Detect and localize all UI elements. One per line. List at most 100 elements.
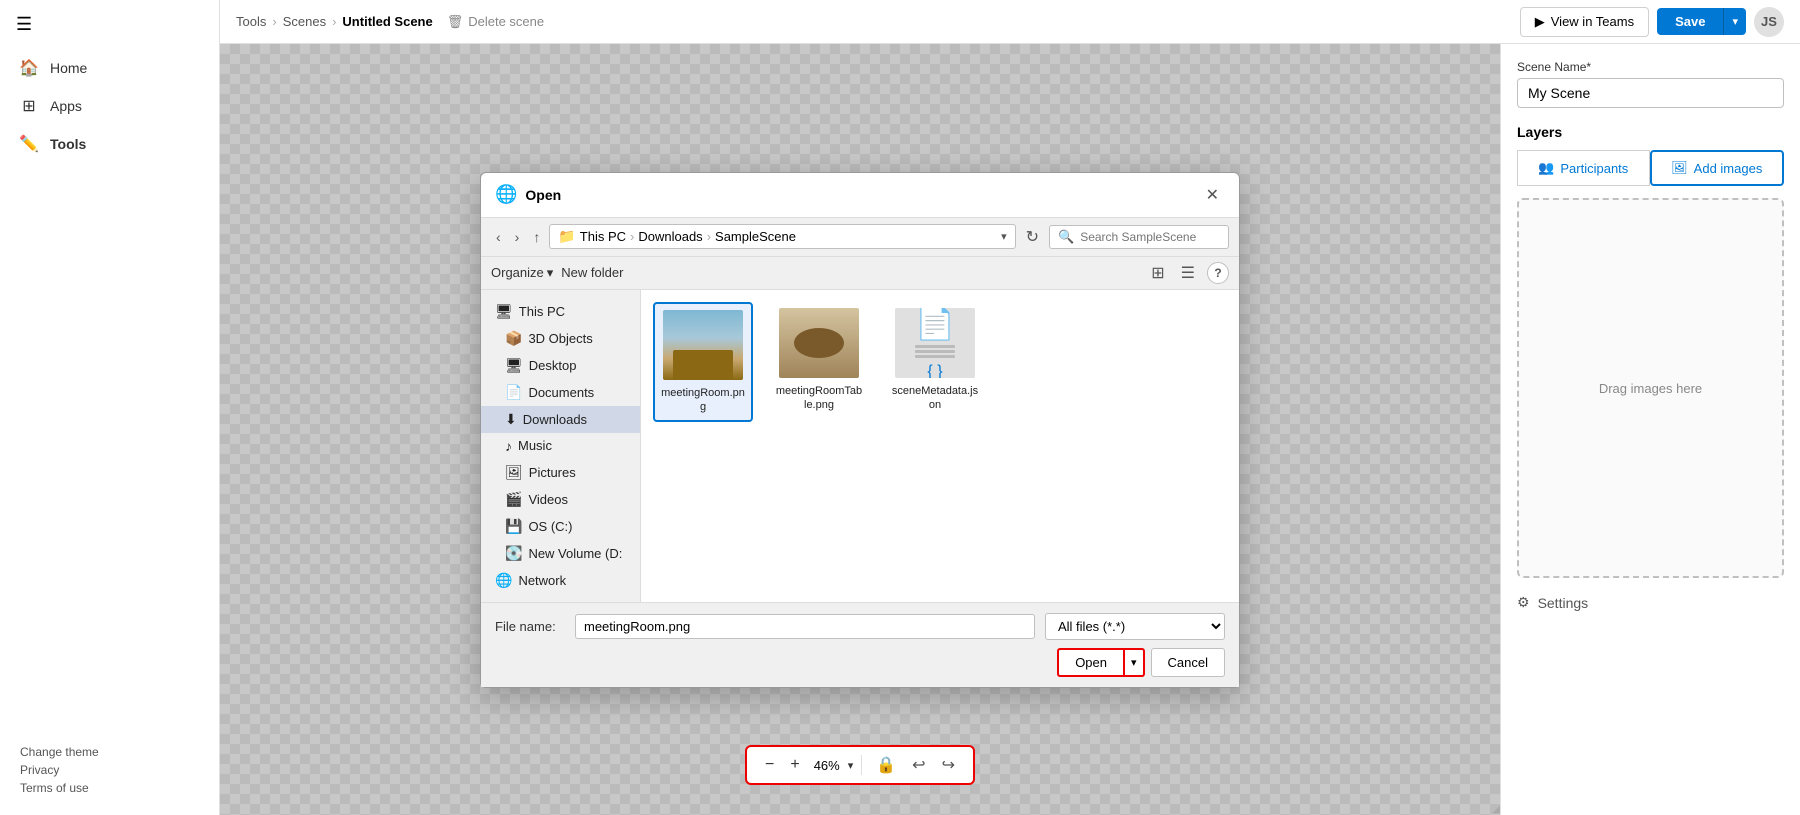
dialog-files-area: meetingRoom.png meetingRoomTable.png (641, 290, 1239, 602)
save-dropdown-button[interactable]: ▾ (1723, 8, 1746, 35)
hamburger-menu[interactable]: ☰ (0, 0, 219, 49)
help-button[interactable]: ? (1207, 262, 1229, 284)
resize-handle[interactable]: ◢ (1486, 801, 1500, 815)
scene-name-section: Scene Name* (1517, 60, 1784, 108)
play-icon: ▶ (1535, 14, 1545, 30)
breadcrumb-scenes[interactable]: Scenes (283, 14, 326, 29)
cancel-button[interactable]: Cancel (1151, 648, 1225, 677)
dialog-close-button[interactable]: ✕ (1200, 183, 1225, 207)
sidebar-item-home[interactable]: 🏠 Home (0, 49, 219, 87)
layers-tabs: 👥 Participants 🖼 Add images (1517, 150, 1784, 186)
tree-item-videos[interactable]: 🎬 Videos (481, 486, 640, 513)
settings-label: Settings (1538, 595, 1589, 611)
drag-images-label: Drag images here (1599, 381, 1702, 396)
file-item-meeting-table[interactable]: meetingRoomTable.png (769, 302, 869, 423)
dialog-footer: File name: All files (*.*) Open ▾ Can (481, 602, 1239, 687)
this-pc-icon: 🖥 (495, 303, 513, 320)
tree-item-3d-objects[interactable]: 📦 3D Objects (481, 325, 640, 352)
terms-link[interactable]: Terms of use (20, 781, 199, 795)
organize-dropdown-icon: ▾ (547, 265, 554, 281)
search-icon: 🔍 (1058, 229, 1074, 245)
avatar[interactable]: JS (1754, 7, 1784, 37)
scene-name-label: Scene Name* (1517, 60, 1784, 74)
home-icon: 🏠 (20, 59, 38, 77)
topbar-right: ▶ View in Teams Save ▾ JS (1520, 7, 1784, 37)
filetype-select[interactable]: All files (*.*) (1045, 613, 1225, 640)
tree-label: Network (518, 573, 566, 588)
breadcrumb-arrow-1: › (272, 14, 276, 29)
file-thumbnail-meeting-table (779, 308, 859, 378)
path-part-2: Downloads (638, 229, 702, 244)
refresh-button[interactable]: ↻ (1020, 224, 1045, 250)
path-breadcrumb[interactable]: 📁 This PC › Downloads › SampleScene ▾ (549, 224, 1015, 249)
pictures-icon: 🖼 (505, 464, 523, 481)
sidebar-item-label: Home (50, 60, 87, 76)
tree-item-documents[interactable]: 📄 Documents (481, 379, 640, 406)
add-images-icon: 🖼 (1671, 160, 1688, 176)
tree-label: New Volume (D: (528, 546, 622, 561)
file-dialog: 🌐 Open ✕ ‹ › ↑ 📁 This PC › Download (480, 172, 1240, 688)
search-input[interactable] (1080, 230, 1220, 244)
back-button[interactable]: ‹ (491, 226, 506, 248)
file-thumbnail-scene-metadata: 📄 { } (895, 308, 975, 378)
breadcrumb: Tools › Scenes › Untitled Scene 🗑 Delete… (236, 14, 1512, 30)
view-teams-label: View in Teams (1551, 14, 1634, 29)
sidebar-item-apps[interactable]: ⊞ Apps (0, 87, 219, 125)
file-thumbnail-meeting-room (663, 310, 743, 380)
open-dropdown-button[interactable]: ▾ (1123, 648, 1145, 677)
file-name-label: File name: (495, 619, 565, 634)
organize-label: Organize (491, 265, 544, 280)
canvas-area: 🌐 Open ✕ ‹ › ↑ 📁 This PC › Download (220, 44, 1500, 815)
settings-icon: ⚙ (1517, 594, 1530, 611)
file-item-scene-metadata[interactable]: 📄 { } sceneMetad (885, 302, 985, 423)
breadcrumb-arrow-2: › (332, 14, 336, 29)
forward-button[interactable]: › (510, 226, 525, 248)
tree-item-desktop[interactable]: 🖥 Desktop (481, 352, 640, 379)
main-area: Tools › Scenes › Untitled Scene 🗑 Delete… (220, 0, 1800, 815)
drag-images-area: Drag images here (1517, 198, 1784, 578)
meeting-room-thumb-image (663, 310, 743, 380)
view-teams-button[interactable]: ▶ View in Teams (1520, 7, 1649, 37)
up-button[interactable]: ↑ (528, 226, 545, 248)
doc-lines (915, 345, 955, 358)
tab-add-images[interactable]: 🖼 Add images (1650, 150, 1785, 186)
save-button[interactable]: Save (1657, 8, 1723, 35)
tab-participants[interactable]: 👥 Participants (1517, 150, 1650, 186)
file-dialog-overlay: 🌐 Open ✕ ‹ › ↑ 📁 This PC › Download (220, 44, 1500, 815)
participants-icon: 👥 (1538, 160, 1554, 176)
network-icon: 🌐 (495, 572, 512, 589)
organize-button[interactable]: Organize ▾ (491, 265, 553, 281)
tree-item-music[interactable]: ♪ Music (481, 433, 640, 459)
open-button[interactable]: Open (1057, 648, 1123, 677)
breadcrumb-tools[interactable]: Tools (236, 14, 266, 29)
scene-name-input[interactable] (1517, 78, 1784, 108)
desktop-icon: 🖥 (505, 357, 523, 374)
tree-item-network[interactable]: 🌐 Network (481, 567, 640, 594)
view-icon-button-2[interactable]: ☰ (1177, 261, 1199, 285)
tree-item-downloads[interactable]: ⬇ Downloads (481, 406, 640, 433)
settings-row[interactable]: ⚙ Settings (1517, 594, 1784, 611)
tree-label: OS (C:) (528, 519, 572, 534)
privacy-link[interactable]: Privacy (20, 763, 199, 777)
path-dropdown-button[interactable]: ▾ (1001, 230, 1007, 243)
document-icon: 📄 (915, 308, 955, 343)
tree-item-os-c[interactable]: 💾 OS (C:) (481, 513, 640, 540)
path-part-3: SampleScene (715, 229, 796, 244)
dialog-navbar: ‹ › ↑ 📁 This PC › Downloads › SampleScen… (481, 218, 1239, 257)
delete-scene-button[interactable]: 🗑 Delete scene (447, 14, 544, 30)
dialog-body: 🖥 This PC 📦 3D Objects 🖥 Desktop (481, 290, 1239, 602)
file-item-meeting-room[interactable]: meetingRoom.png (653, 302, 753, 423)
right-panel: Scene Name* Layers 👥 Participants 🖼 Add … (1500, 44, 1800, 815)
tree-label: Pictures (529, 465, 576, 480)
tree-item-new-volume[interactable]: 💽 New Volume (D: (481, 540, 640, 567)
filename-input[interactable] (575, 614, 1035, 639)
new-folder-button[interactable]: New folder (561, 265, 623, 280)
change-theme-link[interactable]: Change theme (20, 745, 199, 759)
view-icon-button-1[interactable]: ⊞ (1147, 261, 1168, 285)
tree-item-pictures[interactable]: 🖼 Pictures (481, 459, 640, 486)
dialog-titlebar: 🌐 Open ✕ (481, 173, 1239, 218)
tree-item-this-pc[interactable]: 🖥 This PC (481, 298, 640, 325)
sidebar-item-tools[interactable]: ✏️ Tools (0, 125, 219, 163)
sidebar-item-label: Tools (50, 136, 86, 152)
tree-label: Downloads (523, 412, 587, 427)
